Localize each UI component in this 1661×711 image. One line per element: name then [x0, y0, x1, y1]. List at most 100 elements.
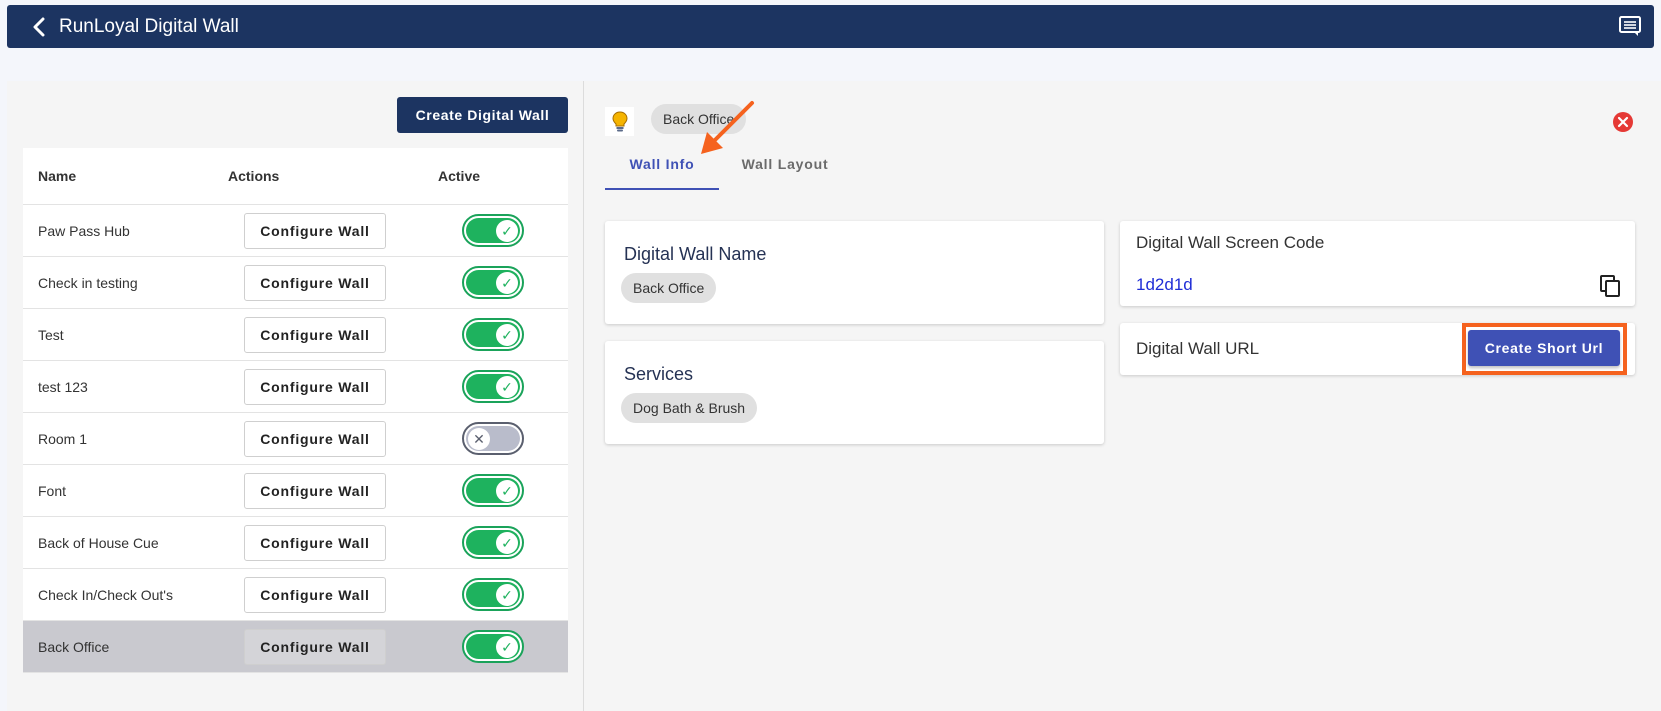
active-cell: ✓ — [462, 214, 568, 247]
configure-wall-button[interactable]: Configure Wall — [244, 264, 386, 301]
check-icon: ✓ — [496, 584, 518, 606]
check-icon: ✓ — [496, 636, 518, 658]
active-cell: ✓ — [462, 370, 568, 403]
active-toggle[interactable]: ✕ — [462, 422, 524, 455]
back-arrow-icon[interactable] — [19, 5, 59, 48]
column-name-header: Name — [38, 168, 77, 184]
configure-wall-button[interactable]: Configure Wall — [244, 472, 386, 509]
configure-wall-button[interactable]: Configure Wall — [244, 524, 386, 561]
wall-name-cell: Check In/Check Out's — [38, 586, 173, 603]
table-row[interactable]: Paw Pass Hub Configure Wall ✓ — [23, 205, 568, 257]
wall-name-cell: Check in testing — [38, 274, 138, 291]
wall-name-chip: Back Office — [651, 104, 747, 134]
wall-name-cell: Paw Pass Hub — [38, 222, 130, 239]
wall-name-cell: Back of House Cue — [38, 534, 159, 551]
active-cell: ✓ — [462, 526, 568, 559]
toggle-track: ✕ — [466, 426, 520, 451]
table-row[interactable]: Test Configure Wall ✓ — [23, 309, 568, 361]
copy-icon[interactable] — [1599, 274, 1621, 298]
column-actions-header: Actions — [228, 168, 280, 184]
services-title: Services — [624, 364, 694, 384]
check-icon: ✓ — [496, 532, 518, 554]
active-toggle[interactable]: ✓ — [462, 474, 524, 507]
column-active-header: Active — [438, 168, 481, 184]
app-title: RunLoyal Digital Wall — [59, 15, 239, 37]
wall-table: Name Actions Active Paw Pass Hub Configur… — [23, 148, 568, 673]
check-icon: ✓ — [496, 220, 518, 242]
actions-cell: Configure Wall — [244, 420, 462, 457]
screen-code-card: Digital Wall Screen Code 1d2d1d — [1120, 221, 1635, 306]
actions-cell: Configure Wall — [244, 212, 462, 249]
service-chip: Dog Bath & Brush — [621, 393, 758, 423]
services-card: Services Dog Bath & Brush — [605, 341, 1104, 444]
active-toggle[interactable]: ✓ — [462, 578, 524, 611]
table-body: Paw Pass Hub Configure Wall ✓ Check in test… — [23, 205, 568, 673]
tab-wall-info[interactable]: Wall Info — [605, 150, 719, 190]
screen-code-value: 1d2d1d — [1136, 275, 1193, 294]
active-cell: ✓ — [462, 266, 568, 299]
wall-name-cell: Test — [38, 326, 64, 343]
active-cell: ✕ — [462, 422, 568, 455]
check-icon: ✓ — [496, 272, 518, 294]
active-cell: ✓ — [462, 630, 568, 663]
check-icon: ✓ — [496, 376, 518, 398]
toggle-track: ✓ — [466, 218, 520, 243]
toggle-track: ✓ — [466, 530, 520, 555]
toggle-track: ✓ — [466, 270, 520, 295]
wall-name-cell: Room 1 — [38, 430, 88, 447]
table-row[interactable]: Back Office Configure Wall ✓ — [23, 621, 568, 673]
close-icon[interactable] — [1612, 111, 1634, 133]
table-row[interactable]: Back of House Cue Configure Wall ✓ — [23, 517, 568, 569]
toggle-track: ✓ — [466, 634, 520, 659]
table-row[interactable]: Room 1 Configure Wall ✕ — [23, 413, 568, 465]
actions-cell: Configure Wall — [244, 472, 462, 509]
configure-wall-button[interactable]: Configure Wall — [244, 576, 386, 613]
actions-cell: Configure Wall — [244, 264, 462, 301]
wall-name-value-chip: Back Office — [621, 273, 717, 303]
toggle-track: ✓ — [466, 478, 520, 503]
active-toggle[interactable]: ✓ — [462, 526, 524, 559]
actions-cell: Configure Wall — [244, 628, 462, 665]
wall-name-cell: Back Office — [38, 638, 110, 655]
check-icon: ✓ — [496, 480, 518, 502]
wall-name-cell: Font — [38, 482, 67, 499]
configure-wall-button[interactable]: Configure Wall — [244, 368, 386, 405]
active-toggle[interactable]: ✓ — [462, 214, 524, 247]
message-icon[interactable] — [1618, 15, 1642, 37]
app-header: RunLoyal Digital Wall — [7, 5, 1654, 48]
toggle-track: ✓ — [466, 582, 520, 607]
table-row[interactable]: Check in testing Configure Wall ✓ — [23, 257, 568, 309]
table-row[interactable]: test 123 Configure Wall ✓ — [23, 361, 568, 413]
wall-url-label: Digital Wall URL — [1136, 339, 1260, 358]
actions-cell: Configure Wall — [244, 368, 462, 405]
actions-cell: Configure Wall — [244, 524, 462, 561]
active-cell: ✓ — [462, 578, 568, 611]
table-row[interactable]: Font Configure Wall ✓ — [23, 465, 568, 517]
create-short-url-button[interactable]: Create Short Url — [1468, 330, 1620, 366]
configure-wall-button[interactable]: Configure Wall — [244, 212, 386, 249]
configure-wall-button[interactable]: Configure Wall — [244, 420, 386, 457]
configure-wall-button[interactable]: Configure Wall — [244, 316, 386, 353]
actions-cell: Configure Wall — [244, 576, 462, 613]
wall-name-card: Digital Wall Name Back Office — [605, 221, 1104, 324]
active-toggle[interactable]: ✓ — [462, 266, 524, 299]
x-icon: ✕ — [468, 428, 490, 450]
active-toggle[interactable]: ✓ — [462, 630, 524, 663]
table-header: Name Actions Active — [23, 148, 568, 205]
active-toggle[interactable]: ✓ — [462, 318, 524, 351]
wall-name-title: Digital Wall Name — [624, 244, 767, 264]
lightbulb-icon — [605, 107, 634, 136]
configure-wall-button[interactable]: Configure Wall — [244, 628, 386, 665]
actions-cell: Configure Wall — [244, 316, 462, 353]
check-icon: ✓ — [496, 324, 518, 346]
table-row[interactable]: Check In/Check Out's Configure Wall ✓ — [23, 569, 568, 621]
toggle-track: ✓ — [466, 322, 520, 347]
toggle-track: ✓ — [466, 374, 520, 399]
wall-name-cell: test 123 — [38, 378, 88, 395]
active-toggle[interactable]: ✓ — [462, 370, 524, 403]
active-cell: ✓ — [462, 474, 568, 507]
create-digital-wall-button[interactable]: Create Digital Wall — [397, 97, 568, 133]
active-cell: ✓ — [462, 318, 568, 351]
tab-wall-layout[interactable]: Wall Layout — [725, 150, 845, 190]
screen-code-label: Digital Wall Screen Code — [1136, 233, 1325, 252]
